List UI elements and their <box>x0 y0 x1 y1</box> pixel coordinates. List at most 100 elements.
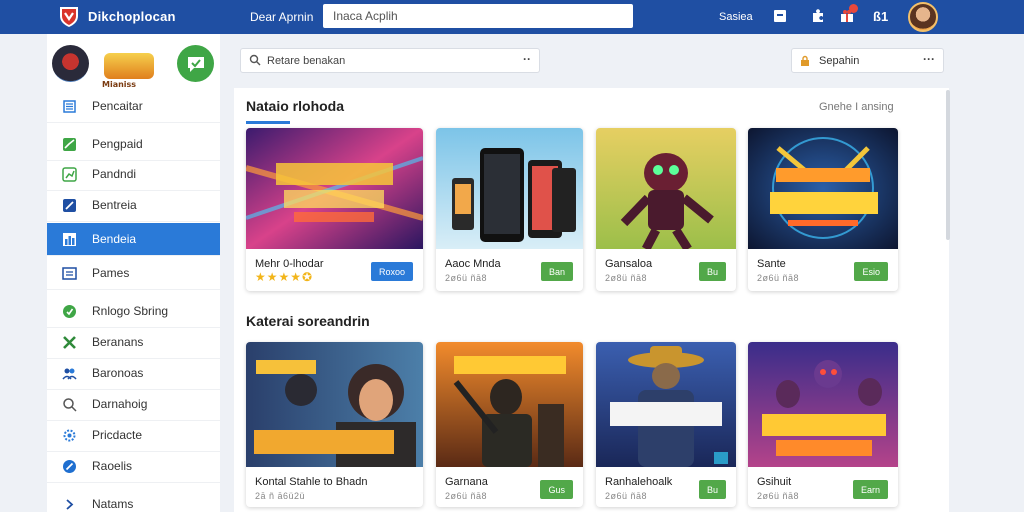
sidebar-item[interactable]: Beranans <box>47 326 220 359</box>
game-subtitle: 2ø8ü ñā8 <box>605 273 648 283</box>
user-avatar[interactable] <box>908 2 938 32</box>
sidebar-item[interactable]: Darnahoig <box>47 388 220 421</box>
game-card[interactable]: Gsihuit 2ø6ü ñā8 Earn <box>748 342 898 507</box>
notification-badge <box>849 4 858 13</box>
sidebar-item-label: Bendeia <box>92 232 137 246</box>
sidebar-item-label: Pames <box>92 266 130 280</box>
lock-icon <box>801 55 809 66</box>
game-artwork[interactable] <box>246 128 423 249</box>
sidebar-item-label: Rnlogo Sbring <box>92 304 169 318</box>
game-card[interactable]: Mehr 0-lhodar ★★★★✪ Roxoo <box>246 128 423 291</box>
chevron-right-icon <box>66 498 74 510</box>
trend-icon <box>62 166 77 182</box>
more-options-icon[interactable]: ··· <box>923 52 935 66</box>
game-subtitle: 2ø6ü ñā8 <box>605 491 648 501</box>
game-artwork[interactable] <box>596 342 736 467</box>
rating-stars: ★★★★✪ <box>255 270 314 284</box>
users-icon <box>62 368 77 379</box>
puzzle-icon[interactable] <box>809 7 827 25</box>
grid-icon[interactable]: ß1 <box>873 9 888 24</box>
sidebar-item[interactable]: Bendeia <box>47 223 220 256</box>
sort-dropdown[interactable]: Sepahin ··· <box>791 48 944 73</box>
more-options-icon[interactable]: ·· <box>523 52 531 66</box>
game-title[interactable]: Aaoc Mnda <box>445 258 501 270</box>
search-icon <box>63 397 77 412</box>
see-all-link[interactable]: Gnehe I ansing <box>819 101 894 113</box>
game-title[interactable]: Garnana <box>445 476 488 488</box>
game-subtitle: 2ø6ü ñā8 <box>757 273 800 283</box>
top-nav-link[interactable]: Dear Aprnin <box>250 10 313 24</box>
install-button[interactable]: Earn <box>852 480 888 499</box>
sidebar-item[interactable]: Baronoas <box>47 357 220 390</box>
game-card[interactable]: Aaoc Mnda 2ø6ü ñā8 Ban <box>436 128 583 291</box>
sidebar-item-label: Pandndi <box>92 167 137 181</box>
shield-icon <box>63 304 76 318</box>
game-artwork[interactable] <box>436 128 583 249</box>
game-subtitle: 2ø6ü ñā8 <box>445 273 488 283</box>
install-button[interactable]: Gus <box>540 480 573 499</box>
game-title[interactable]: Sante <box>757 258 786 270</box>
scrollbar[interactable] <box>946 90 950 240</box>
doc-icon <box>62 266 77 280</box>
sidebar-item[interactable]: Pricdacte <box>47 419 220 452</box>
edit-icon <box>63 198 76 212</box>
game-artwork[interactable] <box>748 128 898 249</box>
cross-icon <box>63 335 76 349</box>
sidebar-item-label: Pencaitar <box>92 99 143 113</box>
chat-icon[interactable] <box>177 45 214 82</box>
document-icon[interactable] <box>771 7 789 25</box>
game-artwork[interactable] <box>246 342 423 467</box>
game-title[interactable]: Ranhalehoalk <box>605 476 672 488</box>
sidebar-item[interactable]: Rnlogo Sbring <box>47 295 220 328</box>
sidebar-item-label: Pengpaid <box>92 137 143 151</box>
promo-badge-image[interactable] <box>104 53 154 79</box>
search-icon <box>249 54 261 66</box>
top-bar: Dikchoplocan Dear Aprnin Sasiea ß1 <box>0 0 1024 34</box>
game-subtitle: 2ø6ü ñā8 <box>445 491 488 501</box>
game-card[interactable]: Kontal Stahle to Bhadn 2ā ñ ā6ü2ü <box>246 342 423 507</box>
sidebar-item[interactable]: Bentreia <box>47 189 220 222</box>
sidebar-item-label: Bentreia <box>92 198 137 212</box>
gear-icon <box>63 429 76 441</box>
game-card[interactable]: Gansaloa 2ø8ü ñā8 Bu <box>596 128 736 291</box>
game-title[interactable]: Kontal Stahle to Bhadn <box>255 476 368 488</box>
sidebar-item[interactable]: Raoelis <box>47 450 220 483</box>
brand-logo-icon[interactable] <box>57 4 81 28</box>
game-card[interactable]: Garnana 2ø6ü ñā8 Gus <box>436 342 583 507</box>
sidebar-item-label: Darnahoig <box>92 397 148 411</box>
sidebar-item-label: Natams <box>92 497 134 511</box>
chart-icon <box>63 137 76 151</box>
sidebar-item-label: Pricdacte <box>92 428 143 442</box>
game-subtitle: 2ø6ü ñā8 <box>757 491 800 501</box>
game-title[interactable]: Mehr 0-lhodar <box>255 258 323 270</box>
game-avatar[interactable] <box>52 45 89 82</box>
game-artwork[interactable] <box>748 342 898 467</box>
brand-name: Dikchoplocan <box>88 9 176 24</box>
sidebar-item[interactable]: Pames <box>47 257 220 290</box>
game-card[interactable]: Ranhalehoalk 2ø6ü ñā8 Bu <box>596 342 736 507</box>
install-button[interactable]: Bu <box>698 262 726 281</box>
sidebar-item[interactable]: Pengpaid <box>47 128 220 161</box>
list-icon <box>63 99 76 113</box>
filter-bar[interactable]: Retare benakan ·· <box>240 48 540 73</box>
sidebar-item[interactable]: Natams <box>47 488 220 512</box>
install-button[interactable]: Roxoo <box>370 262 413 281</box>
install-button[interactable]: Esio <box>854 262 888 281</box>
game-card[interactable]: Sante 2ø6ü ñā8 Esio <box>748 128 898 291</box>
sidebar-item-label: Baronoas <box>92 366 144 380</box>
game-artwork[interactable] <box>596 128 736 249</box>
section-title-featured: Nataio rlohoda <box>246 98 345 114</box>
top-search-input[interactable] <box>323 4 633 28</box>
install-button[interactable]: Ban <box>540 262 573 281</box>
game-title[interactable]: Gansaloa <box>605 258 652 270</box>
top-nav-label[interactable]: Sasiea <box>719 11 753 23</box>
sidebar-item-label: Beranans <box>92 335 144 349</box>
install-button[interactable]: Bu <box>698 480 726 499</box>
game-title[interactable]: Gsihuit <box>757 476 791 488</box>
filter-text: Retare benakan <box>267 55 346 67</box>
sidebar-item[interactable]: Pencaitar <box>47 90 220 123</box>
game-artwork[interactable] <box>436 342 583 467</box>
sort-text: Sepahin <box>819 55 860 67</box>
section-title-category: Katerai soreandrin <box>246 313 370 329</box>
sidebar-item[interactable]: Pandndi <box>47 158 220 191</box>
